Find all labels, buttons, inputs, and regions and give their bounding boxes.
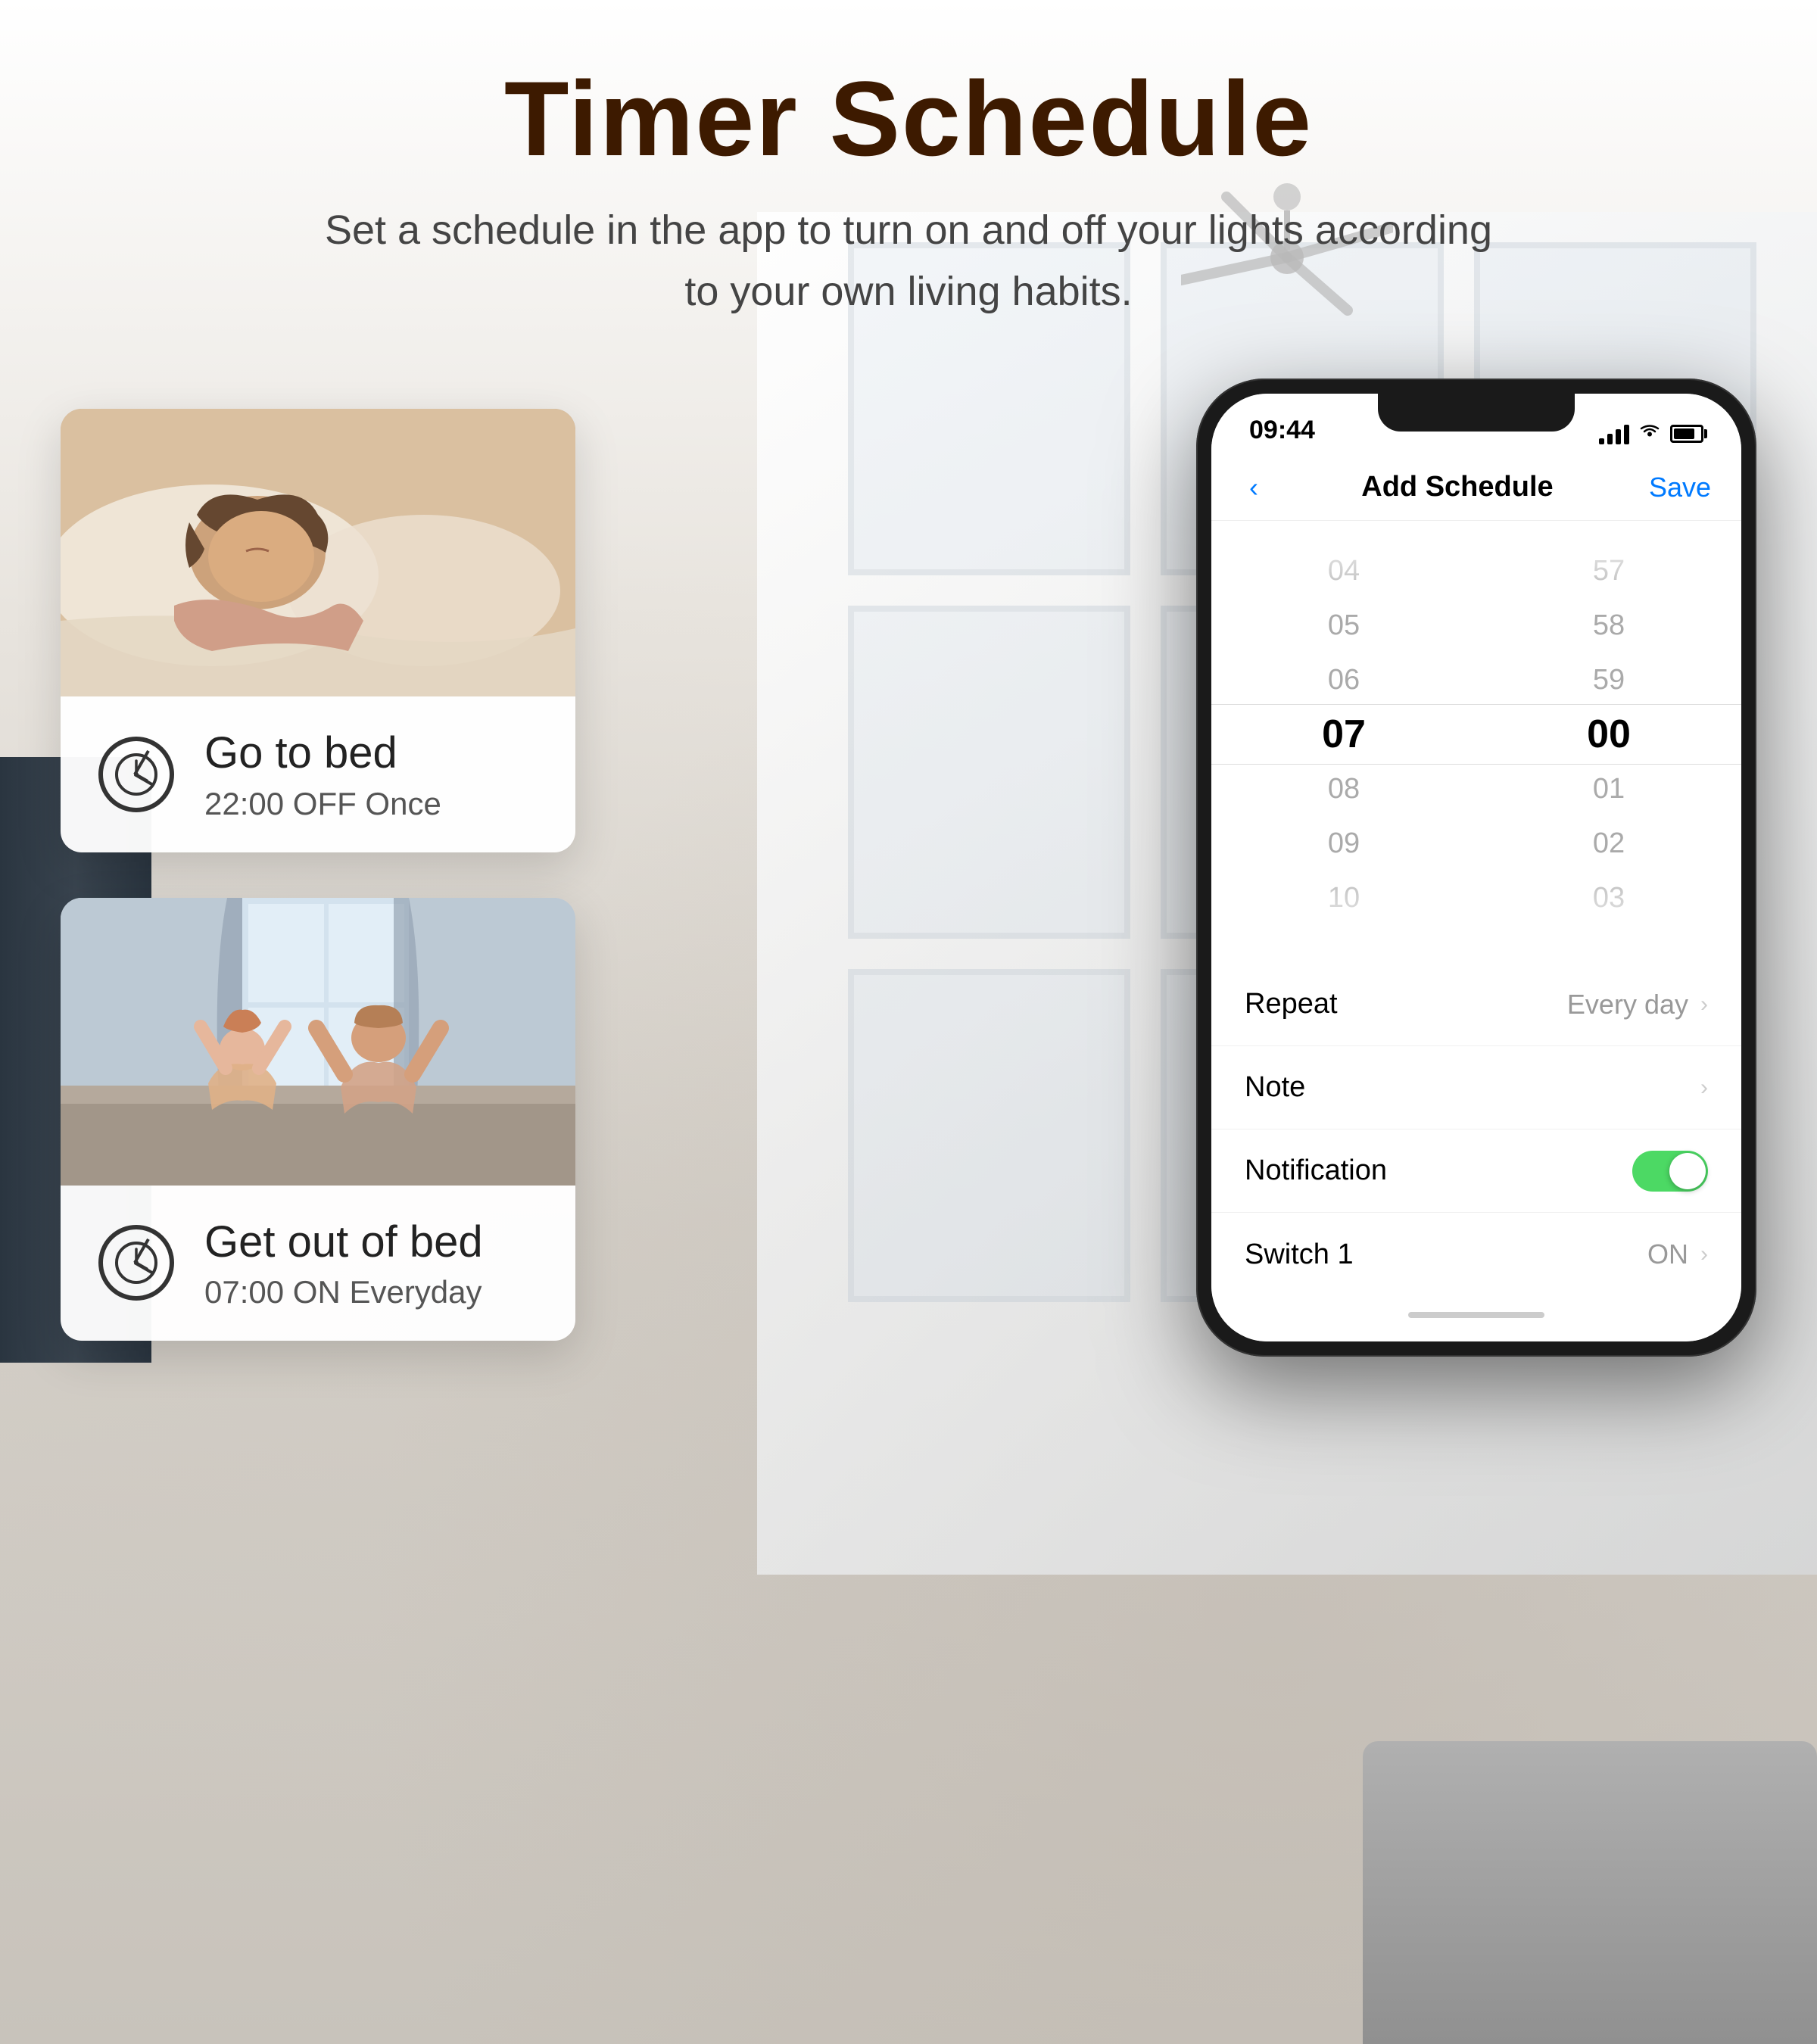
sleep-card-title: Go to bed xyxy=(204,727,538,780)
battery-icon xyxy=(1670,425,1703,443)
wake-card-text: Get out of bed 07:00 ON Everyday xyxy=(204,1216,538,1311)
switch1-value: ON xyxy=(1647,1239,1688,1270)
sleep-card-info: Go to bed 22:00 OFF Once xyxy=(61,696,575,852)
note-label: Note xyxy=(1245,1071,1688,1104)
hour-item[interactable]: 04 xyxy=(1211,544,1476,598)
home-indicator xyxy=(1408,1312,1544,1318)
switch1-chevron-icon: › xyxy=(1700,1242,1708,1267)
switch1-setting-item[interactable]: Switch 1 ON › xyxy=(1211,1213,1741,1296)
toggle-knob xyxy=(1669,1153,1706,1189)
page-header: Timer Schedule Set a schedule in the app… xyxy=(0,0,1817,368)
minute-item[interactable]: 59 xyxy=(1476,653,1741,707)
time-columns: 04 05 06 07 08 09 10 57 58 59 xyxy=(1211,536,1741,933)
wifi-icon xyxy=(1638,422,1661,445)
hour-item[interactable]: 05 xyxy=(1211,598,1476,653)
note-setting-item[interactable]: Note › xyxy=(1211,1046,1741,1129)
phone-screen: 09:44 xyxy=(1211,394,1741,1341)
signal-bar-2 xyxy=(1607,434,1613,444)
notification-label: Notification xyxy=(1245,1154,1632,1187)
battery-fill xyxy=(1674,428,1694,439)
hour-item[interactable]: 06 xyxy=(1211,653,1476,707)
content-area: Go to bed 22:00 OFF Once xyxy=(0,363,1817,2044)
clock-icon-sleep xyxy=(98,737,174,812)
minute-item[interactable]: 02 xyxy=(1476,816,1741,871)
sleep-card-detail: 22:00 OFF Once xyxy=(204,786,538,822)
minute-item[interactable]: 03 xyxy=(1476,871,1741,925)
time-picker[interactable]: 04 05 06 07 08 09 10 57 58 59 xyxy=(1211,521,1741,948)
notification-setting-item[interactable]: Notification xyxy=(1211,1129,1741,1213)
page-title: Timer Schedule xyxy=(0,61,1817,177)
signal-bars-icon xyxy=(1599,423,1629,444)
signal-bar-3 xyxy=(1616,429,1621,444)
switch1-label: Switch 1 xyxy=(1245,1239,1647,1271)
status-time: 09:44 xyxy=(1249,416,1315,445)
repeat-label: Repeat xyxy=(1245,988,1567,1020)
hour-item[interactable]: 10 xyxy=(1211,871,1476,925)
phone-mockup: 09:44 xyxy=(1196,379,1756,1357)
minute-item[interactable]: 58 xyxy=(1476,598,1741,653)
hour-item-selected[interactable]: 07 xyxy=(1211,707,1476,762)
app-navigation-bar: ‹ Add Schedule Save xyxy=(1211,454,1741,521)
save-button[interactable]: Save xyxy=(1649,472,1711,503)
note-chevron-icon: › xyxy=(1700,1075,1708,1101)
wake-card-info: Get out of bed 07:00 ON Everyday xyxy=(61,1186,575,1341)
repeat-chevron-icon: › xyxy=(1700,992,1708,1017)
wake-card-title: Get out of bed xyxy=(204,1216,538,1269)
status-icons xyxy=(1599,422,1703,445)
back-button[interactable]: ‹ xyxy=(1242,464,1266,511)
signal-bar-1 xyxy=(1599,438,1604,444)
nav-title: Add Schedule xyxy=(1266,471,1649,503)
morning-image xyxy=(61,898,575,1186)
repeat-value: Every day xyxy=(1567,989,1688,1020)
minutes-column[interactable]: 57 58 59 00 01 02 03 xyxy=(1476,536,1741,933)
minute-item[interactable]: 57 xyxy=(1476,544,1741,598)
hour-item[interactable]: 09 xyxy=(1211,816,1476,871)
hours-column[interactable]: 04 05 06 07 08 09 10 xyxy=(1211,536,1476,933)
wake-card-detail: 07:00 ON Everyday xyxy=(204,1274,538,1310)
sleep-image xyxy=(61,409,575,696)
phone-notch xyxy=(1378,394,1575,432)
sleep-card-text: Go to bed 22:00 OFF Once xyxy=(204,727,538,822)
wake-schedule-card: Get out of bed 07:00 ON Everyday xyxy=(61,898,575,1341)
notification-toggle[interactable] xyxy=(1632,1151,1708,1192)
sleep-schedule-card: Go to bed 22:00 OFF Once xyxy=(61,409,575,852)
phone-outer-frame: 09:44 xyxy=(1196,379,1756,1357)
settings-list: Repeat Every day › Note › Notification xyxy=(1211,963,1741,1296)
hour-item[interactable]: 08 xyxy=(1211,762,1476,816)
repeat-setting-item[interactable]: Repeat Every day › xyxy=(1211,963,1741,1046)
schedule-cards-panel: Go to bed 22:00 OFF Once xyxy=(61,409,575,1386)
signal-bar-4 xyxy=(1624,425,1629,444)
clock-icon-wake xyxy=(98,1225,174,1301)
minute-item[interactable]: 01 xyxy=(1476,762,1741,816)
minute-item-selected[interactable]: 00 xyxy=(1476,707,1741,762)
page-subtitle: Set a schedule in the app to turn on and… xyxy=(303,200,1514,322)
phone-home-bar xyxy=(1211,1296,1741,1341)
